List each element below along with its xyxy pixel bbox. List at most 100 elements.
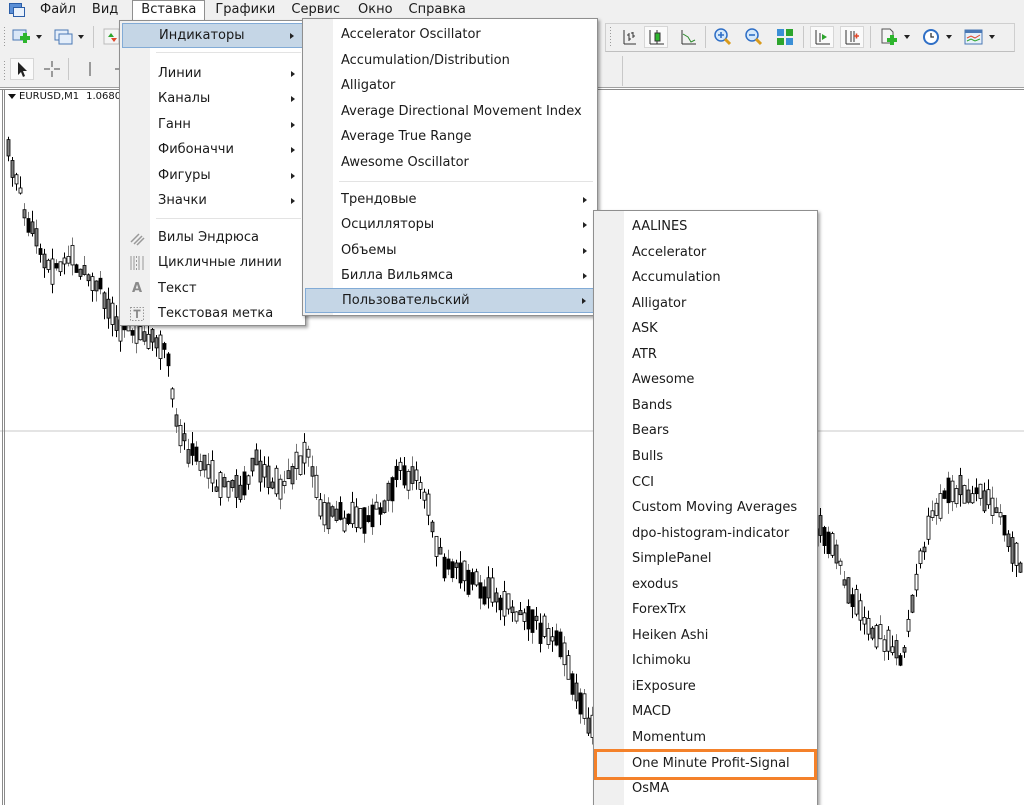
new-chart-button[interactable] (10, 26, 34, 48)
custom-indicator-item[interactable]: CCI (596, 470, 815, 495)
menu-window[interactable]: Окно (348, 0, 401, 20)
candle-body (350, 501, 355, 525)
menu-insert[interactable]: Вставка (132, 0, 206, 21)
candle-body (934, 502, 939, 516)
candle-body (862, 617, 867, 625)
candle-body (314, 474, 319, 498)
menu-item-trend[interactable]: Трендовые (305, 187, 595, 212)
custom-indicator-item[interactable]: AALINES (596, 214, 815, 239)
custom-indicator-item[interactable]: ASK (596, 316, 815, 341)
custom-indicator-item[interactable]: iExposure (596, 674, 815, 699)
menu-item-accumulation-distribution[interactable]: Accumulation/Distribution (305, 48, 595, 73)
custom-indicator-item[interactable]: Bulls (596, 444, 815, 469)
menu-item-text[interactable]: A Текст (122, 276, 303, 301)
crosshair-button[interactable] (40, 58, 64, 80)
candle-body (378, 507, 383, 515)
custom-indicator-item[interactable]: ForexTrx (596, 597, 815, 622)
menu-item-atr[interactable]: Average True Range (305, 124, 595, 149)
custom-indicator-item[interactable]: Ichimoku (596, 648, 815, 673)
menu-file[interactable]: Файл (32, 0, 84, 20)
menu-item-indicators[interactable]: Индикаторы (122, 23, 303, 48)
menu-tools[interactable]: Сервис (283, 0, 348, 20)
menu-item-cycle-lines[interactable]: Цикличные линии (122, 250, 303, 275)
candle-body (866, 617, 871, 635)
submenu-arrow-icon (583, 272, 587, 279)
menu-item-bill-williams[interactable]: Билла Вильямса (305, 263, 595, 288)
menu-item-text-label[interactable]: Текстовая метка (122, 301, 303, 326)
custom-indicator-item[interactable]: Momentum (596, 725, 815, 750)
custom-indicator-item[interactable]: ATR (596, 342, 815, 367)
custom-indicator-label: Accelerator (632, 244, 707, 260)
custom-indicator-item[interactable]: Bands (596, 393, 815, 418)
custom-indicator-item[interactable]: Bears (596, 418, 815, 443)
candlesticks-button[interactable] (644, 26, 668, 48)
menu-item-custom[interactable]: Пользовательский (305, 288, 595, 313)
auto-scroll-button[interactable] (810, 26, 834, 48)
menu-item-oscillators[interactable]: Осцилляторы (305, 212, 595, 237)
candle-body (22, 209, 27, 219)
candle-body (834, 544, 839, 564)
menu-help[interactable]: Справка (401, 0, 474, 20)
custom-indicators-submenu: AALINES Accelerator Accumulation Alligator A… (593, 210, 818, 805)
new-chart-dropdown-icon[interactable] (36, 35, 42, 39)
menu-item-accelerator-oscillator[interactable]: Accelerator Oscillator (305, 22, 595, 47)
profiles-dropdown-icon[interactable] (78, 35, 84, 39)
custom-indicator-item[interactable]: OsMA (596, 776, 815, 801)
menu-item-arrows[interactable]: Значки (122, 188, 303, 213)
menu-item-volumes[interactable]: Объемы (305, 238, 595, 263)
candle-body (202, 454, 207, 471)
line-chart-button[interactable] (676, 26, 700, 48)
menu-item-awesome-oscillator[interactable]: Awesome Oscillator (305, 150, 595, 175)
tile-windows-button[interactable] (773, 26, 797, 48)
app-icon (8, 2, 26, 18)
menu-item-lines[interactable]: Линии (122, 61, 303, 86)
menu-charts[interactable]: Графики (205, 0, 283, 20)
custom-indicator-item[interactable]: Alligator (596, 291, 815, 316)
menu-item-shapes[interactable]: Фигуры (122, 163, 303, 188)
custom-indicator-item[interactable]: Custom Moving Averages (596, 495, 815, 520)
cursor-button[interactable] (10, 58, 34, 80)
menu-item-andrews-pitchfork[interactable]: Вилы Эндрюса (122, 225, 303, 250)
text-label-icon (127, 304, 147, 324)
submenu-arrow-icon (583, 221, 587, 228)
periods-button[interactable] (919, 26, 943, 48)
zoom-in-button[interactable] (711, 26, 735, 48)
toolbar-grip[interactable] (3, 26, 7, 48)
templates-button[interactable] (962, 26, 986, 48)
custom-indicator-item[interactable]: dpo-histogram-indicator (596, 521, 815, 546)
custom-indicator-item[interactable]: Accumulation (596, 265, 815, 290)
bar-chart-button[interactable] (617, 26, 641, 48)
indicators-dropdown-icon[interactable] (904, 35, 910, 39)
collapse-triangle-icon[interactable] (8, 94, 16, 99)
custom-indicator-item[interactable]: Accelerator (596, 240, 815, 265)
custom-indicator-item[interactable]: MACD (596, 699, 815, 724)
menu-item-gann[interactable]: Ганн (122, 112, 303, 137)
candle-body (142, 331, 147, 342)
menu-item-alligator[interactable]: Alligator (305, 73, 595, 98)
menu-view[interactable]: Вид (84, 0, 132, 20)
candle-body (522, 612, 527, 622)
candle-body (474, 571, 479, 586)
periods-dropdown-icon[interactable] (946, 35, 952, 39)
chart-shift-button[interactable] (840, 26, 864, 48)
custom-indicator-item[interactable]: exodus (596, 572, 815, 597)
menu-item-fibonacci[interactable]: Фибоначчи (122, 137, 303, 162)
custom-indicator-item[interactable]: SimplePanel (596, 546, 815, 571)
candle-body (234, 474, 239, 498)
candle-body (566, 655, 571, 680)
indicators-button[interactable] (877, 26, 901, 48)
submenu-arrow-icon (291, 172, 295, 179)
profiles-button[interactable] (52, 26, 76, 48)
custom-indicator-item[interactable]: Heiken Ashi (596, 623, 815, 648)
candle-body (26, 218, 31, 233)
vertical-line-button[interactable] (78, 58, 102, 80)
zoom-out-button[interactable] (742, 26, 766, 48)
candle-body (102, 292, 107, 309)
candle-body (906, 618, 911, 632)
menu-item-adx[interactable]: Average Directional Movement Index (305, 99, 595, 124)
menu-item-channels[interactable]: Каналы (122, 86, 303, 111)
custom-indicator-item[interactable]: Awesome (596, 367, 815, 392)
submenu-arrow-icon (583, 196, 587, 203)
templates-dropdown-icon[interactable] (989, 35, 995, 39)
candlesticks-icon (649, 30, 664, 45)
